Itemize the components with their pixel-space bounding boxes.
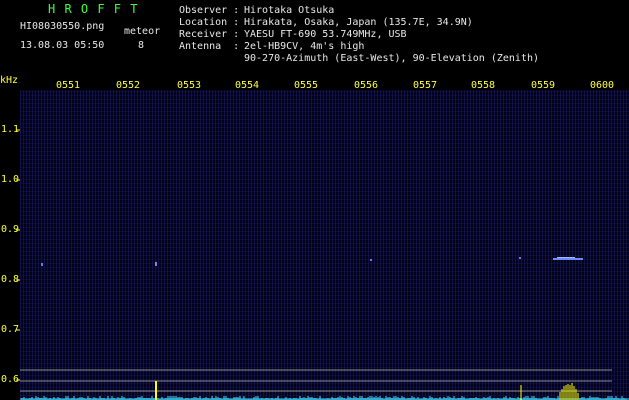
meteor-echo (553, 258, 583, 260)
spectrogram-overlay (16, 129, 629, 400)
meteor-echo (519, 257, 521, 259)
y-tick-marks (16, 129, 20, 381)
meteor-echoes (41, 257, 583, 266)
meteor-echo (155, 262, 157, 266)
meteor-echo (557, 257, 575, 258)
hrofft-display: H R O F F T HI08030550.png 13.08.03 05:5… (0, 0, 629, 400)
meteor-echo (370, 259, 372, 261)
meteor-echo (41, 263, 43, 266)
reference-lines (20, 369, 612, 392)
